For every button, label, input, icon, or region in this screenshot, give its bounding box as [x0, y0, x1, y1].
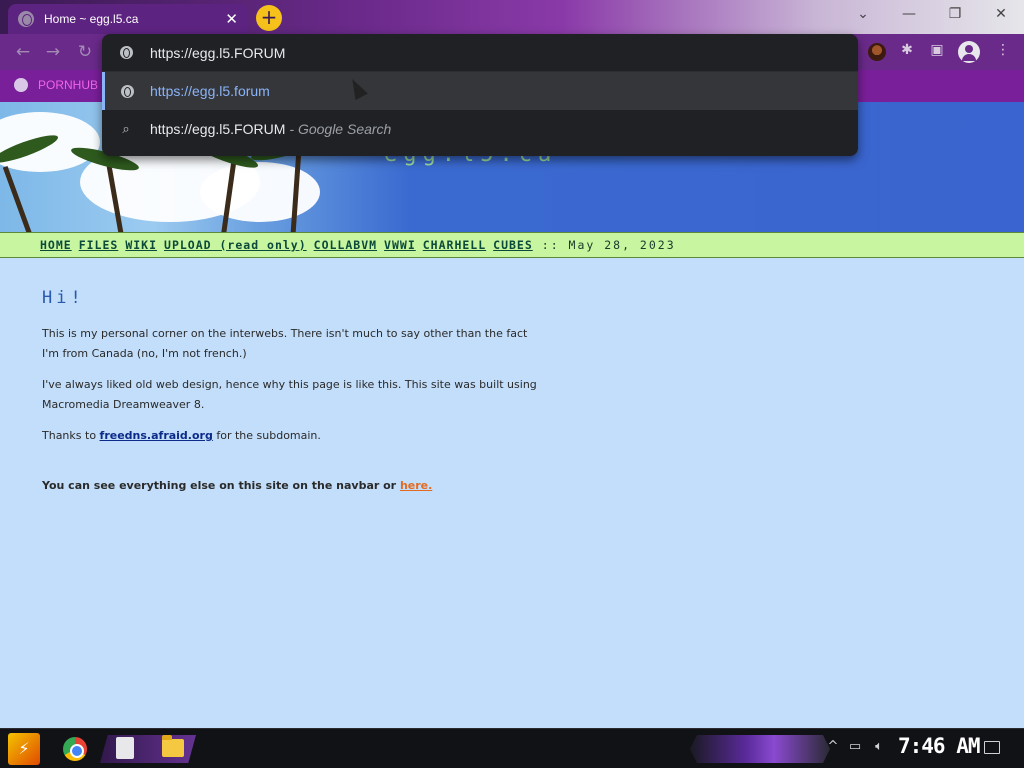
file-explorer-taskbar-icon[interactable] [162, 735, 184, 757]
forward-button[interactable]: → [42, 42, 64, 62]
browser-titlebar: Home ~ egg.l5.ca ✕ + ⌄ — ❐ ✕ [0, 0, 1024, 34]
globe-icon [105, 84, 150, 99]
close-tab-icon[interactable]: ✕ [225, 11, 238, 27]
suggestion-query: https://egg.l5.FORUM [150, 121, 286, 137]
profile-photo-icon[interactable] [866, 42, 888, 62]
thanks-paragraph: Thanks to freedns.afraid.org for the sub… [42, 426, 542, 446]
bookmark-label: PORNHUB [38, 78, 99, 92]
notification-icon[interactable] [984, 741, 1000, 754]
intro-paragraph: This is my personal corner on the interw… [42, 327, 528, 360]
nav-link-vwwi[interactable]: VWWI [384, 238, 416, 252]
address-bar[interactable]: https://egg.l5.FORUM [102, 34, 858, 72]
restore-button[interactable]: ❐ [943, 6, 967, 22]
main-content: Hi! This is my personal corner on the in… [42, 288, 542, 507]
clock[interactable]: 7:46 AM [898, 734, 981, 758]
tray-chevron-icon[interactable]: ^ [824, 739, 842, 754]
tab-title: Home ~ egg.l5.ca [44, 12, 139, 26]
network-icon[interactable]: ▭ [846, 739, 864, 754]
globe-icon [14, 78, 28, 92]
chrome-taskbar-icon[interactable] [63, 737, 87, 761]
thanks-text-post: for the subdomain. [212, 429, 321, 442]
new-tab-button[interactable]: + [256, 5, 282, 31]
bookmark-item[interactable]: PORNHUB [14, 78, 98, 92]
taskbar: ⚡ ^ ▭ 🔈︎ 7:46 AM [0, 728, 1024, 768]
navbar-hint-paragraph: You can see everything else on this site… [42, 476, 542, 496]
volume-icon[interactable]: 🔈︎ [870, 739, 888, 754]
search-icon: ⌕ [122, 121, 130, 137]
browser-tab[interactable]: Home ~ egg.l5.ca ✕ [8, 4, 248, 34]
freedns-link[interactable]: freedns.afraid.org [100, 429, 213, 442]
close-window-button[interactable]: ✕ [989, 6, 1013, 22]
site-navbar: HOME FILES WIKI UPLOAD (read only) COLLA… [0, 232, 1024, 258]
nav-link-files[interactable]: FILES [79, 238, 119, 252]
page-heading: Hi! [42, 288, 85, 308]
design-paragraph: I've always liked old web design, hence … [42, 378, 537, 411]
profile-icon[interactable] [958, 41, 980, 63]
nav-link-charhell[interactable]: CHARHELL [423, 238, 486, 252]
reload-button[interactable]: ↻ [74, 42, 96, 62]
globe-icon [18, 11, 34, 27]
start-button[interactable]: ⚡ [8, 733, 40, 765]
thanks-text-pre: Thanks to [42, 429, 100, 442]
tab-search-icon[interactable]: ⌄ [851, 6, 875, 22]
nav-link-upload[interactable]: UPLOAD (read only) [164, 238, 307, 252]
tray-decoration [690, 735, 830, 763]
back-button[interactable]: ← [12, 42, 34, 62]
here-link[interactable]: here. [400, 479, 432, 492]
notepad-taskbar-icon[interactable] [116, 737, 134, 759]
nav-link-home[interactable]: HOME [40, 238, 72, 252]
extensions-icon[interactable]: ✱ [896, 42, 918, 62]
navbar-date: :: May 28, 2023 [541, 238, 676, 252]
menu-icon[interactable]: ⋮ [992, 42, 1014, 62]
side-panel-icon[interactable]: ▣ [926, 42, 948, 62]
suggestion-source: - Google Search [289, 121, 392, 137]
suggestion-url: https://egg.l5.forum [150, 83, 270, 99]
omnibox-dropdown: https://egg.l5.FORUM https://egg.l5.foru… [102, 34, 858, 156]
omnibox-suggestion[interactable]: https://egg.l5.forum [102, 72, 858, 110]
nav-link-wiki[interactable]: WIKI [125, 238, 157, 252]
minimize-button[interactable]: — [897, 6, 921, 22]
hint-text: You can see everything else on this site… [42, 479, 400, 492]
address-input[interactable]: https://egg.l5.FORUM [150, 45, 285, 61]
globe-icon [102, 45, 150, 60]
nav-link-collabvm[interactable]: COLLABVM [314, 238, 377, 252]
omnibox-search-suggestion[interactable]: ⌕ https://egg.l5.FORUM - Google Search [102, 110, 858, 148]
nav-link-cubes[interactable]: CUBES [493, 238, 533, 252]
